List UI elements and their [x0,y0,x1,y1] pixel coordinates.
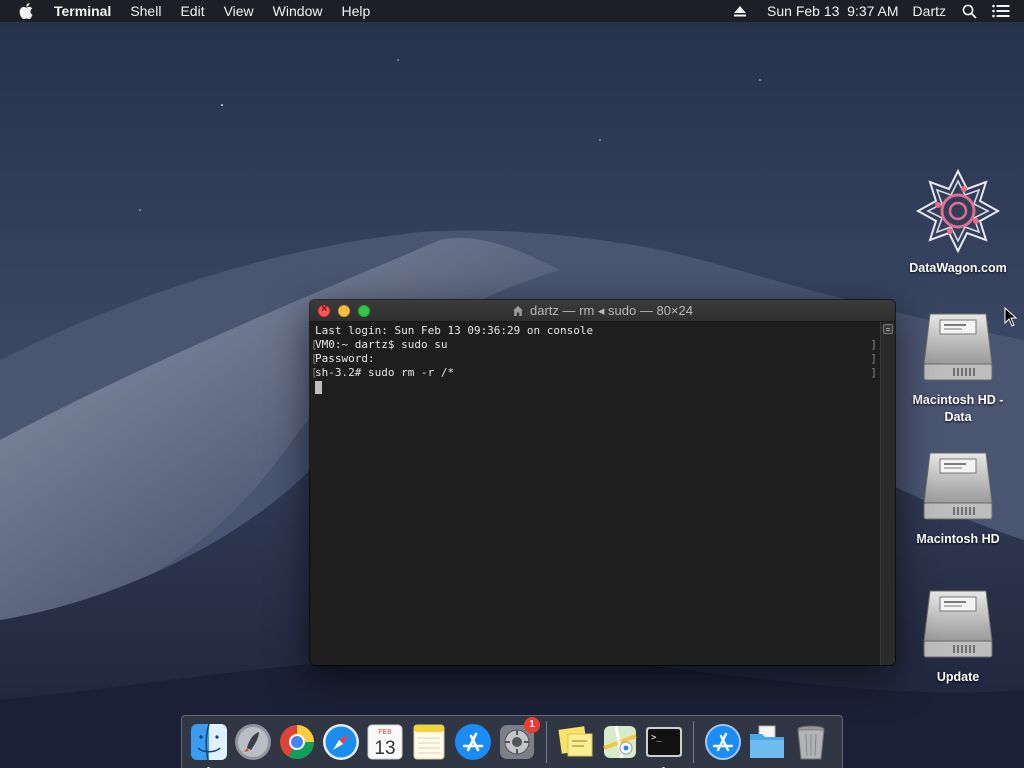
notes-icon [413,724,445,760]
safari-icon [323,724,359,760]
mark-bracket: [ [311,338,318,351]
mouse-pointer-icon [1004,307,1018,327]
desktop-icon-macintosh-hd-data[interactable]: Macintosh HD - Data [903,306,1013,426]
terminal-window[interactable]: dartz — rm ◂ sudo — 80×24 Last login: Su… [310,300,895,665]
menu-edit[interactable]: Edit [180,3,204,19]
dock-terminal[interactable]: >_ [644,722,684,768]
dock-calendar[interactable]: FEB 13 [365,722,405,762]
terminal-line: [VM0:~ dartz$ sudo su] [311,338,877,352]
hard-drive-icon [923,313,993,381]
terminal-line: Last login: Sun Feb 13 09:36:29 on conso… [315,324,875,338]
dock-finder[interactable] [189,722,229,768]
mark-bracket: [ [311,352,318,365]
applications-folder-icon [705,724,741,760]
minimize-button[interactable] [338,305,350,317]
chrome-icon [280,725,314,759]
dock-launchpad[interactable] [233,722,273,762]
desktop-icon-label: Macintosh HD - Data [912,393,1004,424]
terminal-line-text: sh-3.2# sudo rm -r /* [315,366,455,379]
terminal-scrollbar[interactable] [880,322,895,665]
spotlight-search-icon[interactable] [960,2,978,20]
menu-shell[interactable]: Shell [130,3,161,19]
stickies-icon [558,726,593,757]
eject-icon[interactable] [733,4,747,18]
menu-view[interactable]: View [224,3,254,19]
dock-notes[interactable] [409,722,449,762]
mark-bracket: ] [870,338,877,351]
menu-window[interactable]: Window [273,3,323,19]
terminal-output[interactable]: Last login: Sun Feb 13 09:36:29 on conso… [310,322,880,665]
desktop-icon-label: Macintosh HD [916,532,1000,546]
launchpad-icon [235,724,271,760]
calendar-day: 13 [374,738,395,759]
dock-separator [693,721,694,763]
terminal-cursor [315,380,322,394]
dock: FEB 13 1 >_ [181,715,843,768]
menubar-user[interactable]: Dartz [913,3,946,19]
terminal-line-text: VM0:~ dartz$ sudo su [315,338,448,351]
dock-trash[interactable] [791,722,831,762]
dock-applications[interactable] [703,722,743,762]
home-folder-icon [513,305,524,316]
zoom-button[interactable] [358,305,370,317]
apple-icon[interactable] [19,0,39,22]
dock-chrome[interactable] [277,722,317,762]
dock-separator [546,721,547,763]
dock-system-preferences[interactable]: 1 [497,717,540,762]
terminal-line [315,380,875,394]
mark-bracket: ] [870,352,877,365]
menu-help[interactable]: Help [341,3,370,19]
scrollbar-thumb[interactable] [883,324,893,334]
terminal-line: [sh-3.2# sudo rm -r /*] [311,366,877,380]
datawagon-logo-icon [915,168,1001,254]
dock-documents[interactable] [747,722,787,762]
app-store-icon [455,724,491,760]
calendar-icon: FEB 13 [367,724,403,760]
terminal-line-text: Password: [315,352,375,365]
dock-maps[interactable] [600,722,640,762]
terminal-line-text: Last login: Sun Feb 13 09:36:29 on conso… [315,324,594,337]
documents-folder-icon [750,725,784,758]
trash-icon [797,725,825,760]
menu-bar: Terminal Shell Edit View Window Help Sun… [0,0,1024,22]
notification-center-icon[interactable] [992,2,1010,20]
mark-bracket: [ [311,366,318,379]
terminal-icon: >_ [646,727,682,757]
dock-app-store[interactable] [453,722,493,762]
calendar-month: FEB [378,729,392,736]
dock-safari[interactable] [321,722,361,762]
desktop-icon-datawagon[interactable]: DataWagon.com [903,168,1013,277]
finder-icon [191,723,227,761]
terminal-title: dartz — rm ◂ sudo — 80×24 [530,302,693,318]
terminal-line: [Password:] [311,352,877,366]
hard-drive-icon [923,452,993,520]
terminal-title-bar[interactable]: dartz — rm ◂ sudo — 80×24 [310,300,895,322]
notification-badge: 1 [524,717,540,733]
desktop-icon-update[interactable]: Update [903,583,1013,686]
maps-icon [603,725,637,759]
svg-text:>_: >_ [651,733,662,743]
mark-bracket: ] [870,366,877,379]
menu-app-name[interactable]: Terminal [54,3,111,19]
hard-drive-icon [923,590,993,658]
menubar-datetime[interactable]: Sun Feb 13 9:37 AM [767,3,899,19]
desktop-icon-label: DataWagon.com [909,261,1007,275]
desktop-icon-label: Update [936,670,980,684]
close-button[interactable] [318,303,330,317]
desktop-icon-macintosh-hd[interactable]: Macintosh HD [903,445,1013,548]
dock-stickies[interactable] [556,722,596,762]
